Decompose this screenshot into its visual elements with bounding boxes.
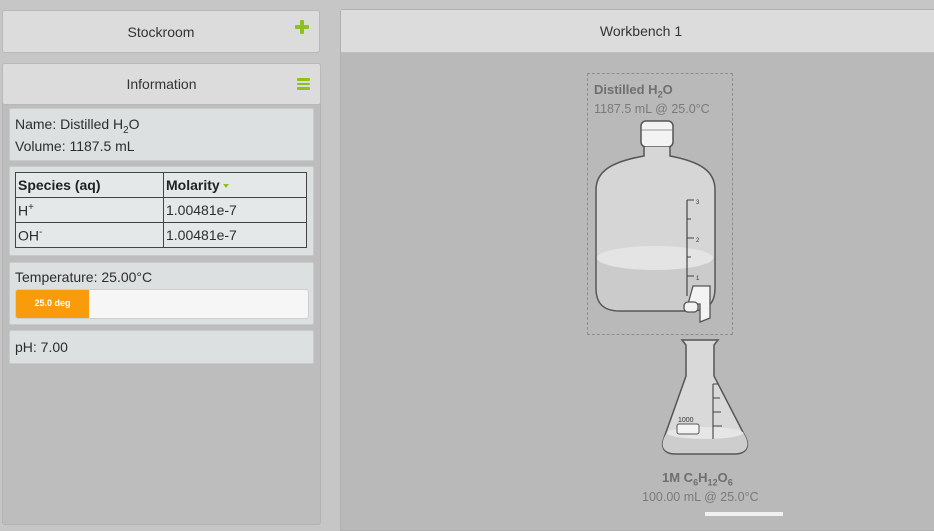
species-card: Species (aq) Molarity H+ 1.00481e-7 OH- … [9,166,314,256]
column-header-species[interactable]: Species (aq) [15,172,164,198]
molarity-cell: 1.00481e-7 [163,197,307,223]
column-header-molarity[interactable]: Molarity [163,172,307,198]
menu-icon[interactable] [297,78,310,90]
volume-line: Volume: 1187.5 mL [15,138,135,154]
information-header: Information [2,63,321,105]
stockroom-header[interactable]: Stockroom [2,10,320,53]
workbench-header[interactable]: Workbench 1 [341,10,934,53]
flask-mark-label: 1000 [678,417,694,424]
species-table: Species (aq) Molarity H+ 1.00481e-7 OH- … [15,172,307,248]
stockroom-title: Stockroom [127,23,195,40]
temperature-slider[interactable]: 25.0 deg [15,289,309,319]
carboy-vessel[interactable]: 3 2 1 [590,118,730,328]
information-panel: Information Name: Distilled H2O Volume: … [2,63,321,525]
table-row: H+ 1.00481e-7 [15,197,307,223]
temperature-fill: 25.0 deg [16,290,89,318]
ph-label: pH: 7.00 [15,339,68,355]
flask-volume: 100.00 mL @ 25.0°C [642,490,759,504]
plus-icon[interactable] [295,20,309,34]
workbench-title: Workbench 1 [599,23,683,39]
ph-card: pH: 7.00 [9,330,314,364]
next-item-edge [705,512,783,516]
molarity-cell: 1.00481e-7 [163,222,307,248]
carboy-name: Distilled H2O [594,82,673,100]
sort-arrow-icon[interactable] [222,184,229,189]
temperature-label: Temperature: 25.00°C [15,269,153,285]
temperature-card: Temperature: 25.00°C 25.0 deg [9,262,314,325]
information-title: Information [126,76,197,92]
name-volume-card: Name: Distilled H2O Volume: 1187.5 mL [9,108,314,161]
name-line: Name: Distilled H2O [15,116,140,136]
flask-name: 1M C6H12O6 [662,470,733,488]
carboy-volume: 1187.5 mL @ 25.0°C [594,102,710,116]
species-cell: H+ [15,197,164,223]
table-row: OH- 1.00481e-7 [15,222,307,248]
species-cell: OH- [15,222,164,248]
erlenmeyer-flask[interactable]: 1000 [655,336,755,462]
